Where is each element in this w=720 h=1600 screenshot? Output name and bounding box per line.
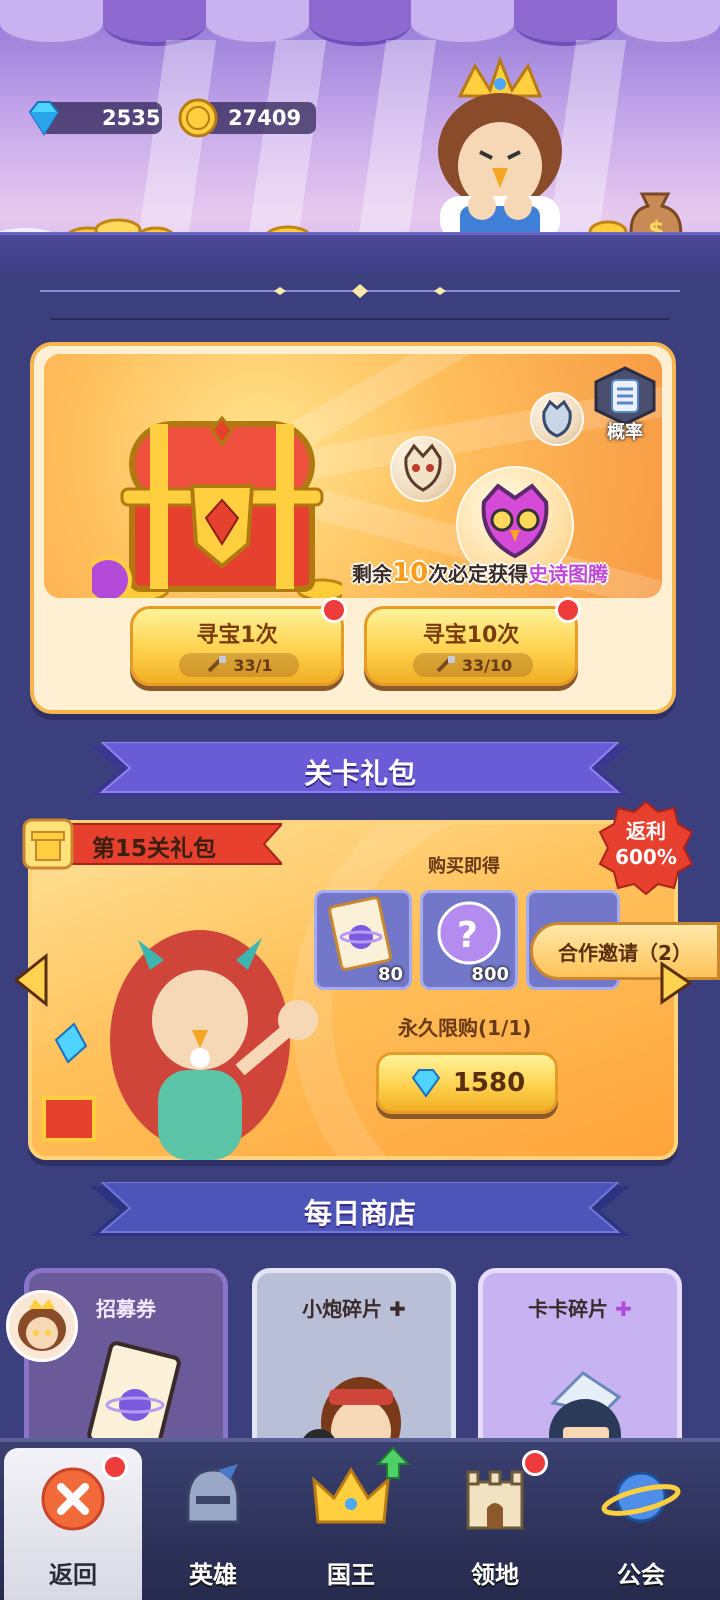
notification-dot — [555, 597, 581, 623]
shop-card-name: 小炮碎片 ✚ — [302, 1297, 406, 1321]
shovel-icon — [207, 656, 227, 673]
puzzle-icon: ✚ — [389, 1297, 406, 1321]
treasure-banner: 剩余10次必定获得史诗图腾 — [44, 354, 662, 598]
buy-get-label: 购买即得 — [428, 856, 500, 877]
hunt-once-button[interactable]: 寻宝1次 33/1 — [130, 597, 347, 686]
hunt-ten-label: 寻宝10次 — [422, 623, 520, 648]
upgrade-arrow-icon — [376, 1446, 410, 1479]
gift-price: 1580 — [452, 1068, 526, 1098]
guarantee-text: 剩余10次必定获得史诗图腾 — [352, 558, 609, 588]
probability-button[interactable]: 概率 — [592, 366, 658, 444]
hunt-once-label: 寻宝1次 — [196, 623, 278, 648]
gift-item-ticket[interactable]: 80 — [314, 890, 412, 990]
coin-count: 27409 — [228, 106, 302, 130]
scroll-ticket-icon — [328, 896, 392, 971]
puzzle-icon: ✚ — [615, 1297, 632, 1321]
king-character — [438, 56, 562, 241]
nav-label: 领地 — [471, 1561, 519, 1589]
diamond-count: 2535 — [102, 106, 161, 130]
close-icon — [41, 1467, 105, 1531]
hunt-once-cost: 33/1 — [179, 653, 299, 677]
player-avatar[interactable] — [6, 1290, 78, 1362]
notification-dot — [321, 597, 347, 623]
purchase-limit: 永久限购(1/1) — [398, 1016, 532, 1040]
top-banner: $ — [0, 0, 720, 270]
castle-icon — [466, 1470, 524, 1530]
document-icon — [594, 366, 656, 426]
nav-heroes[interactable]: 英雄 — [144, 1442, 282, 1600]
treasure-chest-image — [92, 415, 342, 598]
nav-back[interactable]: 返回 — [4, 1448, 142, 1600]
chevron-right-icon[interactable] — [658, 960, 694, 1006]
notification-dot — [522, 1450, 548, 1476]
fox-mask-orb — [390, 436, 456, 502]
item-quantity: 80 — [377, 964, 403, 985]
probability-label: 概率 — [607, 422, 643, 443]
nav-king[interactable]: 国王 — [282, 1442, 420, 1600]
nav-label: 国王 — [327, 1561, 375, 1589]
daily-shop-title: 每日商店 — [303, 1197, 416, 1230]
shop-card-name: 卡卡碎片 ✚ — [528, 1297, 632, 1321]
buy-gift-button[interactable]: 1580 — [376, 1052, 558, 1114]
gift-tag-label: 第15关礼包 — [92, 836, 217, 862]
nav-label: 公会 — [617, 1561, 665, 1589]
hunt-ten-cost: 33/10 — [413, 653, 533, 677]
nav-territory[interactable]: 领地 — [426, 1442, 564, 1600]
gift-item-orb[interactable]: ? 800 — [420, 890, 518, 990]
planet-icon — [601, 1471, 681, 1523]
hunt-ten-button[interactable]: 寻宝10次 33/10 — [364, 597, 581, 686]
level-gift-title: 关卡礼包 — [303, 757, 416, 790]
svg-text:?: ? — [457, 915, 478, 956]
chevron-left-icon[interactable] — [12, 952, 50, 1008]
item-quantity: 800 — [471, 964, 509, 985]
nav-guild[interactable]: 公会 — [572, 1442, 710, 1600]
notification-dot — [102, 1454, 128, 1480]
coin-icon — [178, 98, 218, 138]
level-gift-header: 关卡礼包 — [90, 742, 630, 800]
ornament-divider — [40, 284, 680, 298]
diamond-icon — [411, 1069, 441, 1098]
rebate-text: 返利 600% — [615, 819, 677, 869]
banner-ledge — [0, 232, 720, 272]
helmet-icon — [186, 1464, 240, 1524]
daily-shop-header: 每日商店 — [90, 1182, 630, 1240]
nav-label: 返回 — [49, 1561, 97, 1589]
mermaid-hero-image — [42, 930, 318, 1160]
nav-label: 英雄 — [189, 1561, 237, 1589]
tiger-mask-orb — [530, 392, 584, 446]
diamond-icon — [28, 101, 60, 136]
mystery-orb-icon: ? — [437, 901, 501, 965]
treasure-hunt-panel: 剩余10次必定获得史诗图腾 概率 寻宝1次 33/1 寻宝10次 33/10 — [30, 342, 676, 714]
bottom-navigation: 返回 英雄 国王 领地 公会 — [0, 1438, 720, 1600]
shovel-icon — [436, 656, 455, 673]
